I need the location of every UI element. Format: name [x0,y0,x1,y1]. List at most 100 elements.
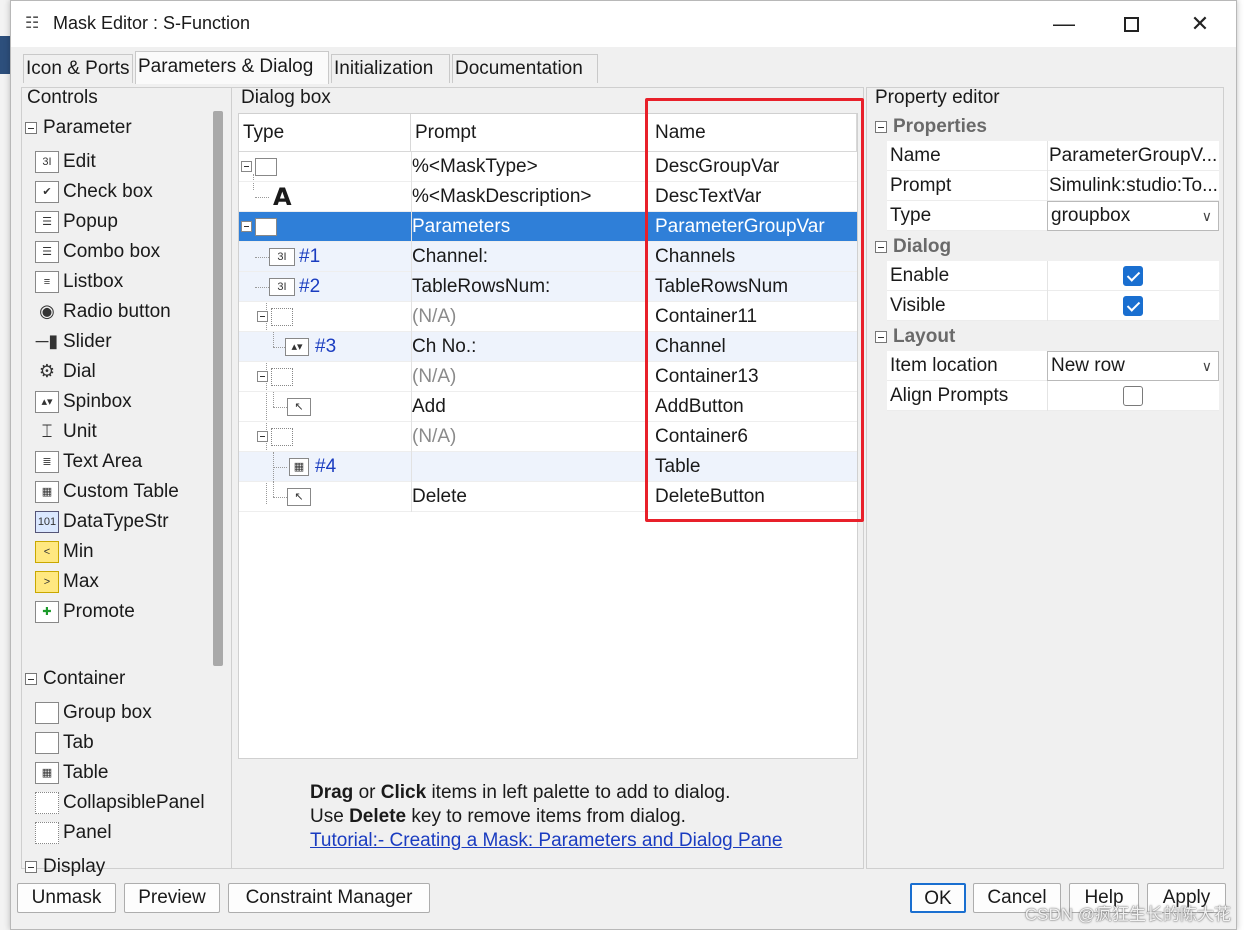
unmask-button[interactable]: Unmask [17,883,116,913]
collapse-icon [875,331,887,343]
dialog-hint: Drag or Click items in left palette to a… [310,781,782,853]
table-row[interactable]: %<MaskType> DescGroupVar [239,152,857,182]
title-bar: ☷ Mask Editor : S-Function — ✕ [11,1,1236,47]
palette-item-promote[interactable]: ✚ Promote [35,598,135,626]
palette-item-collapsible-panel[interactable]: CollapsiblePanel [35,789,205,817]
property-row-align-prompts: Align Prompts [887,381,1219,411]
ok-button[interactable]: OK [910,883,966,913]
container-section-header[interactable]: Container [25,668,125,690]
palette-item-group-box[interactable]: Group box [35,699,152,727]
property-label: Visible [890,295,946,316]
dialog-box-title: Dialog box [241,87,331,108]
enable-checkbox[interactable] [1123,266,1143,286]
tree-connector [255,287,269,288]
palette-item-radio-button[interactable]: ◉ Radio button [35,298,171,326]
container-section-label: Container [43,668,126,689]
display-section-header[interactable]: Display [25,856,105,878]
tab-documentation[interactable]: Documentation [452,54,598,83]
tab-parameters-dialog[interactable]: Parameters & Dialog [135,51,329,84]
row-name: DescGroupVar [646,152,859,182]
visible-checkbox[interactable] [1123,296,1143,316]
palette-item-custom-table[interactable]: ▦ Custom Table [35,478,179,506]
dialog-section-header[interactable]: Dialog [875,236,951,258]
column-header-type[interactable]: Type [239,114,411,152]
controls-palette: Parameter 3I Edit ✔ Check box ☰ Popup ☰ Comb… [23,113,209,893]
group-box-icon [35,702,59,724]
table-row[interactable]: 3I #1 Channel: Channels [239,242,857,272]
prompt-value-field[interactable]: Simulink:studio:To... [1047,171,1219,201]
table-row[interactable]: (N/A) Container6 [239,422,857,452]
tab-icon-ports[interactable]: Icon & Ports [23,54,133,83]
chevron-down-icon: ∨ [1201,358,1212,374]
palette-item-spinbox[interactable]: ▴▾ Spinbox [35,388,132,416]
align-prompts-checkbox[interactable] [1123,386,1143,406]
table-row[interactable]: ↖ Add AddButton [239,392,857,422]
controls-scrollbar[interactable] [213,111,223,666]
row-name: DeleteButton [646,482,859,512]
dial-icon: ⚙ [38,361,56,381]
table-row[interactable]: ▦ #4 Table [239,452,857,482]
table-header: Type Prompt Name [239,114,857,152]
close-button[interactable]: ✕ [1165,1,1235,47]
name-value-field[interactable]: ParameterGroupV... [1047,141,1219,171]
palette-item-slider[interactable]: ─▮ Slider [35,328,112,356]
display-section-label: Display [43,856,106,877]
palette-item-text-area[interactable]: ≣ Text Area [35,448,142,476]
parameter-section-header[interactable]: Parameter [25,117,132,139]
row-prompt: %<MaskDescription> [411,182,645,212]
minimize-button[interactable]: — [1029,1,1099,47]
palette-item-label: Group box [63,702,152,723]
hint-drag: Drag [310,782,354,803]
checkbox-icon: ✔ [35,181,59,203]
item-location-select[interactable]: New row ∨ [1047,351,1219,381]
table-row[interactable]: ▴▾ #3 Ch No.: Channel [239,332,857,362]
palette-item-listbox[interactable]: ≡ Listbox [35,268,123,296]
tutorial-link[interactable]: Tutorial:- Creating a Mask: Parameters a… [310,830,782,851]
group-box-icon [255,218,277,236]
table-row[interactable]: A %<MaskDescription> DescTextVar [239,182,857,212]
property-label: Enable [890,265,950,286]
type-select[interactable]: groupbox ∨ [1047,201,1219,231]
table-row[interactable]: 3I #2 TableRowsNum: TableRowsNum [239,272,857,302]
column-header-name[interactable]: Name [651,114,857,152]
palette-item-edit[interactable]: 3I Edit [35,148,96,176]
collapse-icon [257,311,268,322]
layout-section-header[interactable]: Layout [875,326,955,348]
palette-item-unit[interactable]: ⌶ Unit [35,418,97,446]
palette-item-min[interactable]: < Min [35,538,94,566]
palette-item-max[interactable]: > Max [35,568,99,596]
palette-item-panel[interactable]: Panel [35,819,112,847]
row-name: Container11 [646,302,859,332]
palette-item-label: DataTypeStr [63,511,169,532]
palette-item-popup[interactable]: ☰ Popup [35,208,118,236]
palette-item-label: Unit [63,421,97,442]
constraint-manager-button[interactable]: Constraint Manager [228,883,430,913]
palette-item-dial[interactable]: ⚙ Dial [35,358,96,386]
table-row[interactable]: ↖ Delete DeleteButton [239,482,857,512]
property-label: Prompt [890,175,952,196]
tab-initialization[interactable]: Initialization [331,54,450,83]
table-row-selected[interactable]: Parameters ParameterGroupVar [239,212,857,242]
palette-item-tab[interactable]: Tab [35,729,94,757]
hint-use: Use [310,806,350,827]
palette-item-check-box[interactable]: ✔ Check box [35,178,153,206]
panel-icon [271,428,293,446]
preview-button[interactable]: Preview [124,883,220,913]
property-row-item-location: Item location New row ∨ [887,351,1219,381]
collapse-icon [25,861,37,873]
row-prompt: TableRowsNum: [411,272,645,302]
column-header-prompt[interactable]: Prompt [411,114,646,152]
palette-item-datatypestr[interactable]: 101 DataTypeStr [35,508,169,536]
table-row[interactable]: (N/A) Container13 [239,362,857,392]
properties-section-header[interactable]: Properties [875,116,987,138]
table-row[interactable]: (N/A) Container11 [239,302,857,332]
datatypestr-icon: 101 [35,511,59,533]
palette-item-label: Min [63,541,94,562]
dialog-tree-table: Type Prompt Name %<MaskType> DescGroupVa… [238,113,858,759]
palette-item-table[interactable]: ▦ Table [35,759,108,787]
maximize-button[interactable] [1096,1,1166,47]
dialog-section-label: Dialog [893,236,952,257]
window-title: Mask Editor : S-Function [53,13,251,33]
property-row-type: Type groupbox ∨ [887,201,1219,231]
palette-item-combo-box[interactable]: ☰ Combo box [35,238,160,266]
